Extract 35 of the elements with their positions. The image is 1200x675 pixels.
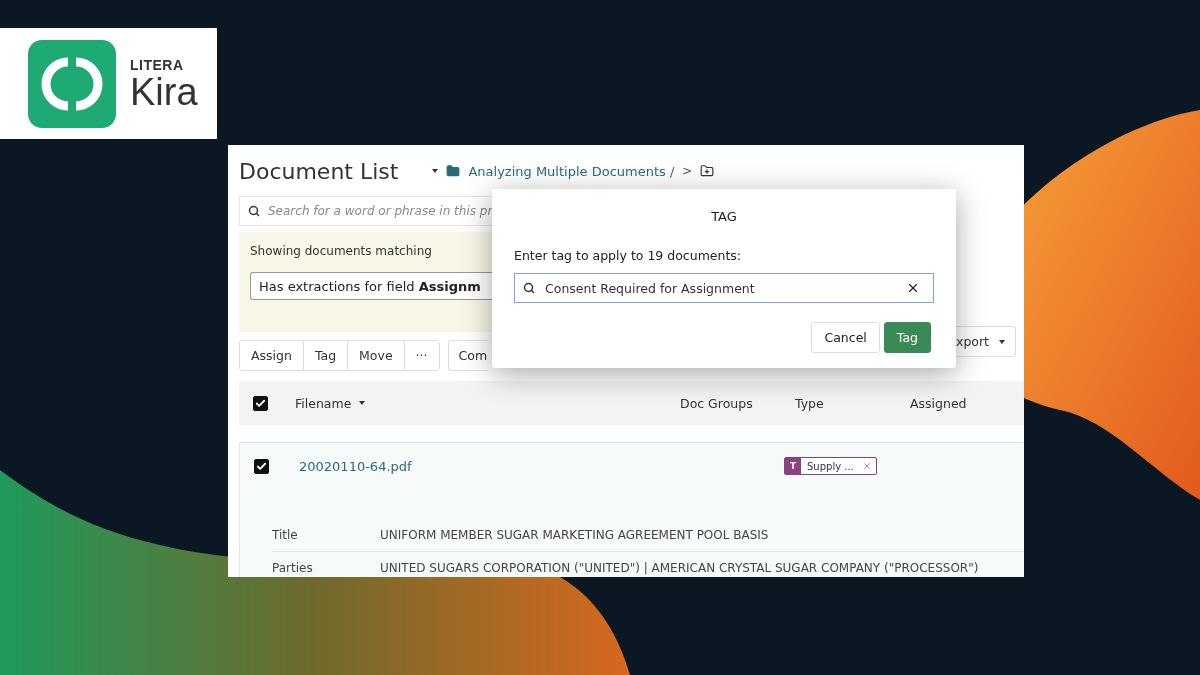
dialog-title: TAG [711, 209, 737, 224]
toolbar-action[interactable]: Com [447, 340, 488, 371]
field-label: Parties [272, 561, 314, 575]
filter-heading: Showing documents matching [250, 244, 433, 258]
folder-plus-icon[interactable] [700, 164, 715, 178]
filename-link[interactable]: 20020110-64.pdf [299, 458, 784, 474]
column-header[interactable]: Filename [295, 395, 680, 411]
column-header[interactable]: Type [795, 395, 910, 411]
filter-condition[interactable]: Has extractions for field Assignm [250, 272, 492, 300]
tag-input-field[interactable]: Consent Required for Assignment [514, 273, 934, 303]
row-checkbox[interactable] [254, 458, 269, 474]
cancel-button[interactable]: Cancel [811, 322, 880, 353]
brand-name: LITERA [130, 56, 185, 73]
confirm-button[interactable]: Tag [883, 322, 931, 353]
column-header[interactable]: Assigned [910, 395, 1024, 411]
page-title: Document List [239, 158, 399, 184]
tag-chip: T Supply ... [784, 457, 877, 475]
search-icon [248, 205, 260, 217]
dialog-prompt: Enter tag to apply to 19 documents: [514, 248, 743, 263]
export-button[interactable]: xport [956, 326, 1017, 357]
logo-icon [28, 39, 116, 128]
field-label: Title [272, 528, 299, 542]
toolbar-action[interactable]: Assign [240, 341, 304, 370]
remove-icon[interactable] [862, 461, 872, 471]
product-name: Kira [130, 72, 198, 111]
column-header[interactable]: Doc Groups [680, 395, 795, 411]
breadcrumb-link[interactable]: Analyzing Multiple Documents / [468, 163, 675, 179]
breadcrumb-separator: > [682, 164, 693, 178]
caret-icon[interactable] [432, 169, 439, 173]
search-icon [523, 282, 535, 294]
folder-icon [446, 164, 461, 178]
field-value: UNIFORM MEMBER SUGAR MARKETING AGREEMENT POOL BASIS [380, 528, 770, 542]
select-all-checkbox[interactable] [253, 395, 268, 411]
clear-icon[interactable] [906, 281, 920, 295]
field-value: UNITED SUGARS CORPORATION ("UNITED") | AMERICAN CRYSTAL SUGAR COMPANY ("PROCESSOR") [380, 561, 980, 575]
